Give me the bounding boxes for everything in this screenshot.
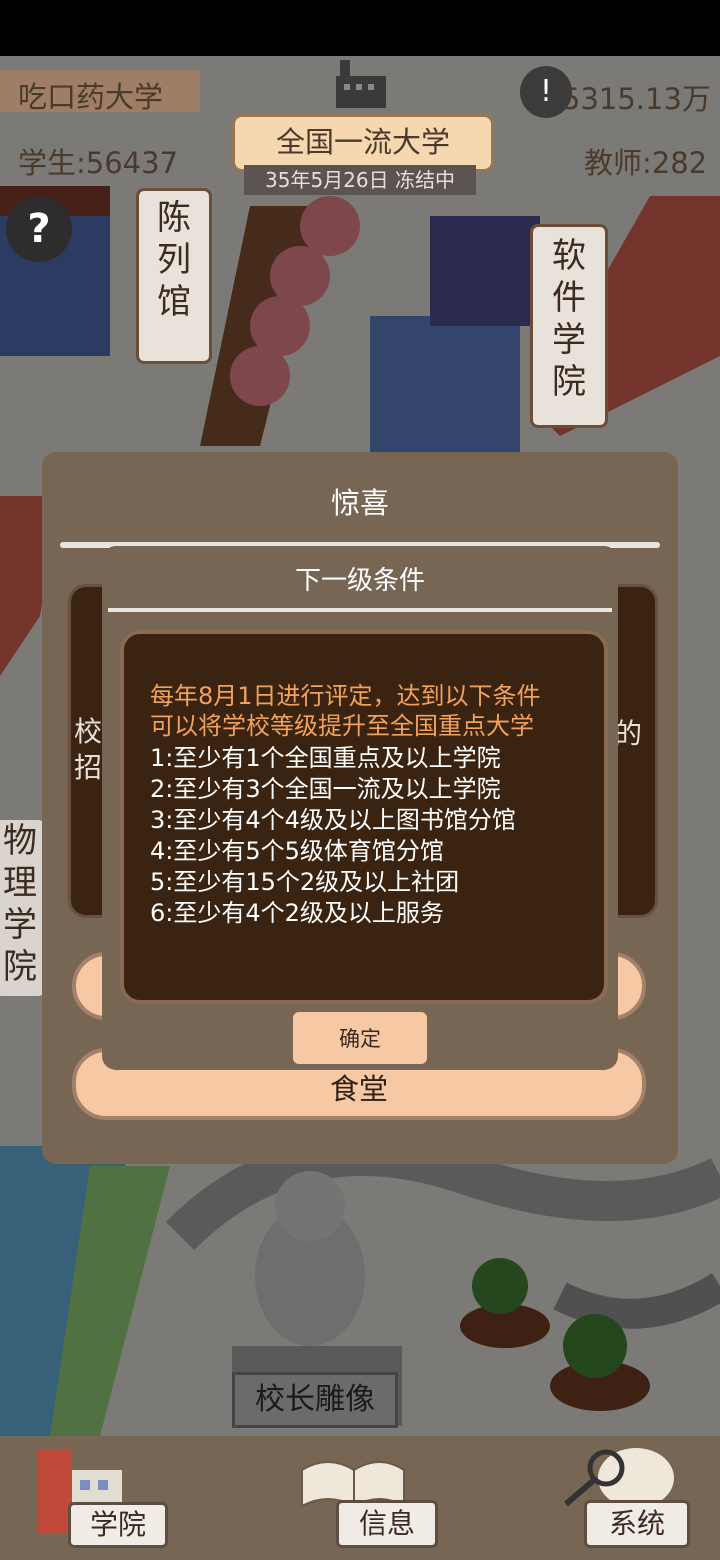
university-name: 吃口药大学 [18, 80, 164, 114]
sign-software-college-label: 软件学院 [552, 236, 586, 402]
conditions-card: 每年8月1日进行评定，达到以下条件 可以将学校等级提升至全国重点大学 1:至少有… [120, 630, 608, 1004]
date-status: 35年5月26日 冻结中 [244, 165, 476, 195]
intro-line: 可以将学校等级提升至全国重点大学 [150, 712, 534, 740]
student-count: 学生:56437 [18, 146, 179, 180]
sign-exhibition-hall[interactable]: 陈列馆 [136, 188, 212, 364]
canteen-button-label: 食堂 [329, 1072, 388, 1106]
factory-icon [336, 60, 386, 108]
teacher-count: 教师:282 [584, 146, 708, 180]
divider [108, 608, 612, 612]
condition-item: 2:至少有3个全国一流及以上学院 [150, 775, 501, 803]
nav-info-button[interactable]: 信息 [336, 1500, 438, 1548]
condition-item: 5:至少有15个2级及以上社团 [150, 868, 460, 896]
condition-item: 3:至少有4个4级及以上图书馆分馆 [150, 806, 516, 834]
next-level-dialog: 下一级条件 每年8月1日进行评定，达到以下条件 可以将学校等级提升至全国重点大学… [102, 546, 618, 1070]
money-amount: 5315.13万 [562, 82, 711, 116]
surprise-left-text: 校招 [74, 715, 103, 784]
sign-software-college[interactable]: 软件学院 [530, 224, 608, 428]
nav-college-button[interactable]: 学院 [68, 1502, 168, 1548]
condition-item: 1:至少有1个全国重点及以上学院 [150, 744, 501, 772]
help-icon[interactable]: ? [6, 196, 72, 262]
next-level-dialog-title: 下一级条件 [294, 566, 425, 596]
confirm-button[interactable]: 确定 [293, 1012, 427, 1064]
university-level-banner: 全国一流大学 [232, 114, 494, 172]
bottom-nav: 学院 信息 系统 [0, 1436, 720, 1560]
condition-item: 4:至少有5个5级体育馆分馆 [150, 837, 444, 865]
sign-exhibition-hall-label: 陈列馆 [157, 198, 191, 322]
sign-physics-college-label: 物理学院 [3, 821, 37, 987]
sign-physics-college[interactable]: 物理学院 [0, 820, 46, 996]
surprise-dialog-title: 惊喜 [330, 486, 389, 520]
surprise-right-text: 的 [614, 717, 643, 750]
status-bar [0, 0, 720, 56]
nav-system-button[interactable]: 系统 [584, 1500, 690, 1548]
condition-item: 6:至少有4个2级及以上服务 [150, 899, 444, 927]
statue-label[interactable]: 校长雕像 [232, 1372, 398, 1428]
